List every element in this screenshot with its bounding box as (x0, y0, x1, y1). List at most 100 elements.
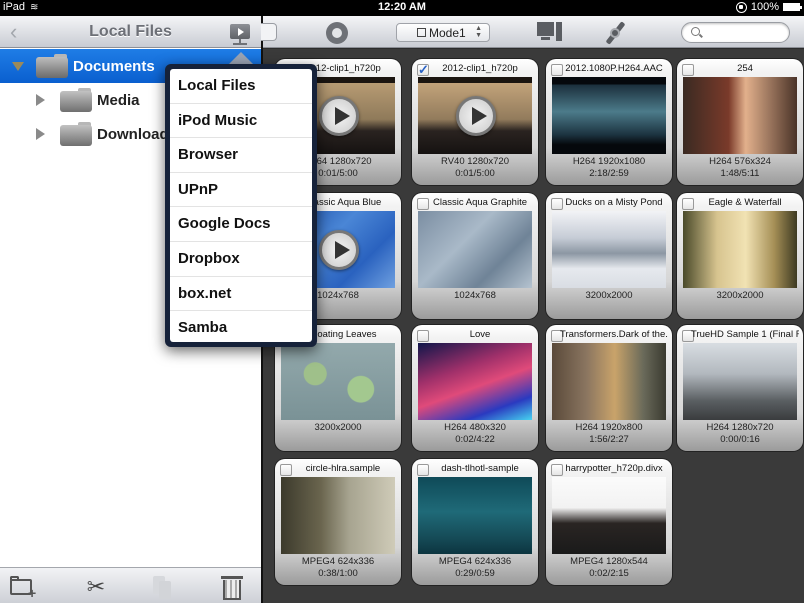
file-name: 2012.1080P.H264.AAC (565, 63, 663, 74)
file-info: H264 576x324 (709, 156, 771, 167)
menu-item-dropbox[interactable]: Dropbox (170, 242, 312, 277)
file-thumbnail (552, 77, 666, 154)
folder-icon (60, 122, 92, 146)
status-bar: iPad ≋ 12:20 AM 100% (0, 0, 804, 16)
mode-select-value: Mode1 (429, 26, 466, 40)
file-name: Classic Aqua Graphite (433, 197, 527, 208)
play-icon[interactable] (319, 96, 359, 136)
main-toolbar: Mode1 ▲ ▼ (261, 16, 804, 48)
paste-icon[interactable] (150, 574, 178, 600)
left-header: ‹ Local Files (0, 16, 261, 48)
menu-item-google-docs[interactable]: Google Docs (170, 207, 312, 242)
file-info: MPEG4 624x336 (301, 556, 375, 567)
file-info: MPEG4 1280x544 (570, 556, 648, 567)
file-name: Love (469, 329, 491, 340)
file-tile[interactable]: Ducks on a Misty Pond 3200x2000 (546, 193, 672, 319)
file-tile[interactable]: Love H264 480x320 0:02/4:22 (412, 325, 538, 451)
file-name: 2012-clip1_h720p (442, 63, 518, 74)
connect-button[interactable] (603, 21, 627, 45)
menu-item-browser[interactable]: Browser (170, 138, 312, 173)
file-info: 3200x2000 (716, 290, 764, 301)
folder-icon (60, 88, 92, 112)
new-folder-icon[interactable]: + (10, 574, 38, 600)
source-menu-popover: Local Files iPod Music Browser UPnP Goog… (165, 64, 317, 347)
file-thumbnail (418, 211, 532, 288)
content-area: Mode1 ▲ ▼ 2012-clip1_h720p H264 1280x720 0:… (261, 16, 804, 603)
file-tile[interactable]: Eagle & Waterfall 3200x2000 (677, 193, 803, 319)
file-name: 254 (737, 63, 753, 74)
file-tile[interactable]: TrueHD Sample 1 (Final Fa... H264 1280x72… (677, 325, 803, 451)
file-thumbnail (281, 477, 395, 554)
file-thumbnail (552, 477, 666, 554)
source-menu-list: Local Files iPod Music Browser UPnP Goog… (170, 69, 312, 342)
menu-item-box-net[interactable]: box.net (170, 277, 312, 312)
file-thumbnail (552, 211, 666, 288)
search-field[interactable] (681, 22, 790, 43)
file-actions-toolbar: + ✂ (0, 567, 261, 603)
file-tile[interactable]: 2012-clip1_h720p RV40 1280x7200:01/5:00 (412, 59, 538, 185)
file-name: dash-tlhotl-sample (441, 463, 519, 474)
menu-item-ipod-music[interactable]: iPod Music (170, 104, 312, 139)
computer-button[interactable] (537, 22, 563, 44)
file-info: 1024x768 (454, 290, 496, 301)
cut-icon[interactable]: ✂ (82, 574, 110, 600)
file-progress: 0:02/2:15 (589, 568, 629, 579)
file-progress: 0:00/0:16 (720, 434, 760, 445)
file-tile[interactable]: Classic Aqua Graphite 1024x768 (412, 193, 538, 319)
collapse-arrow-icon[interactable] (36, 94, 45, 106)
file-info: H264 480x320 (444, 422, 506, 433)
collapse-arrow-icon[interactable] (36, 128, 45, 140)
file-thumbnail (683, 343, 797, 420)
expand-arrow-icon[interactable] (12, 62, 24, 71)
file-info: H264 1920x800 (575, 422, 643, 433)
file-name: harrypotter_h720p.divx (565, 463, 663, 474)
file-progress: 2:18/2:59 (589, 168, 629, 179)
updown-icon: ▲ ▼ (475, 25, 482, 39)
file-name: TrueHD Sample 1 (Final Fa... (691, 329, 799, 340)
file-progress: 0:38/1:00 (318, 568, 358, 579)
file-thumbnail (418, 77, 532, 154)
file-progress: 0:29/0:59 (455, 568, 495, 579)
file-grid: 2012-clip1_h720pH264 1280x7200:01/5:0020… (263, 49, 804, 603)
search-input[interactable] (704, 25, 784, 40)
settings-button[interactable] (326, 22, 348, 44)
clock: 12:20 AM (378, 1, 426, 13)
computer-icon (537, 22, 554, 36)
search-icon (691, 27, 700, 36)
file-info: 3200x2000 (314, 422, 362, 433)
mode-select[interactable]: Mode1 ▲ ▼ (396, 23, 490, 42)
file-progress: 1:56/2:27 (589, 434, 629, 445)
file-tile[interactable]: Transformers.Dark of the... H264 1920x800… (546, 325, 672, 451)
file-info: MPEG4 624x336 (438, 556, 512, 567)
file-thumbnail (281, 343, 395, 420)
menu-item-samba[interactable]: Samba (170, 311, 312, 342)
file-tile[interactable]: 254 H264 576x324 1:48/5:11 (677, 59, 803, 185)
file-info: H264 1920x1080 (572, 156, 646, 167)
play-icon[interactable] (319, 230, 359, 270)
menu-item-local-files[interactable]: Local Files (170, 69, 312, 104)
file-tile[interactable]: circle-hlra.sample MPEG4 624x336 0:38/1:00 (275, 459, 401, 585)
menu-item-upnp[interactable]: UPnP (170, 173, 312, 208)
file-info: H264 1280x720 (706, 422, 774, 433)
file-name: Eagle & Waterfall (708, 197, 782, 208)
file-progress: 0:01/5:00 (455, 168, 495, 179)
source-select-button[interactable] (228, 22, 252, 46)
file-info: RV40 1280x720 (441, 156, 509, 167)
file-tile[interactable]: harrypotter_h720p.divx MPEG4 1280x544 0:02… (546, 459, 672, 585)
panel-toggle-button[interactable] (261, 23, 277, 41)
folder-icon (36, 54, 68, 78)
rotation-lock-icon (735, 1, 747, 13)
file-name: circle-hlra.sample (305, 463, 381, 474)
media-source-icon (230, 24, 250, 39)
tree-item-label: Documents (73, 57, 155, 75)
file-progress: 0:02/4:22 (455, 434, 495, 445)
file-thumbnail (418, 477, 532, 554)
file-name: Ducks on a Misty Pond (565, 197, 663, 208)
trash-icon[interactable] (220, 574, 248, 600)
file-tile[interactable]: 2012.1080P.H264.AAC H264 1920x1080 2:18/2:… (546, 59, 672, 185)
file-thumbnail (683, 77, 797, 154)
file-tile[interactable]: dash-tlhotl-sample MPEG4 624x336 0:29/0:59 (412, 459, 538, 585)
battery-icon (783, 3, 802, 11)
file-progress: 1:48/5:11 (720, 168, 760, 179)
play-icon[interactable] (456, 96, 496, 136)
